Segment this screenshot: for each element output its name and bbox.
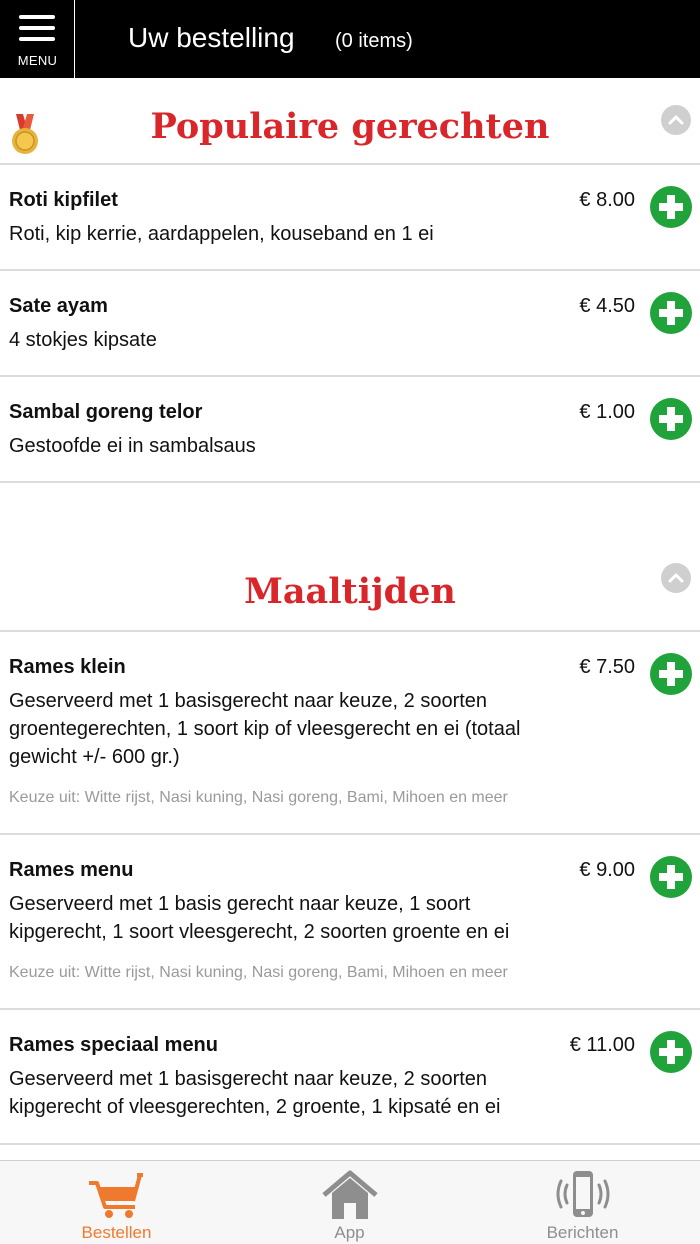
section-title: Maaltijden: [244, 571, 456, 612]
menu-item: Roti kipfilet Roti, kip kerrie, aardappe…: [0, 165, 700, 271]
item-description: Geserveerd met 1 basisgerecht naar keuze…: [9, 1068, 501, 1118]
menu-item: Rames klein Geserveerd met 1 basisgerech…: [0, 632, 700, 835]
add-icon[interactable]: [650, 1031, 692, 1073]
section-header-maaltijden[interactable]: Maaltijden: [0, 483, 700, 632]
chevron-up-icon[interactable]: [661, 105, 691, 135]
item-description: 4 stokjes kipsate: [9, 329, 157, 351]
item-price: € 1.00: [579, 401, 635, 423]
tab-label: Berichten: [546, 1223, 619, 1242]
item-price: € 11.00: [569, 1034, 635, 1056]
add-icon[interactable]: [650, 292, 692, 334]
item-name: Rames klein: [9, 656, 126, 678]
add-icon[interactable]: [650, 856, 692, 898]
add-icon[interactable]: [650, 186, 692, 228]
item-name: Sate ayam: [9, 295, 108, 317]
item-price: € 7.50: [579, 656, 635, 678]
item-description: Roti, kip kerrie, aardappelen, kouseband…: [9, 223, 434, 245]
item-name: Rames speciaal menu: [9, 1034, 218, 1056]
item-name: Roti kipfilet: [9, 189, 118, 211]
item-description: Geserveerd met 1 basisgerecht naar keuze…: [9, 690, 521, 768]
item-price: € 9.00: [579, 859, 635, 881]
item-description: Geserveerd met 1 basis gerecht naar keuz…: [9, 893, 510, 943]
item-description: Gestoofde ei in sambalsaus: [9, 435, 256, 457]
page-title: Uw bestelling: [128, 22, 295, 53]
top-bar: MENU Uw bestelling (0 items): [0, 0, 700, 78]
menu-label: MENU: [17, 53, 58, 68]
item-price: € 8.00: [579, 189, 635, 211]
menu-list[interactable]: Populaire gerechten Roti kipfilet Roti, …: [0, 78, 700, 1160]
item-name: Rames menu: [9, 859, 134, 881]
tab-app[interactable]: App: [233, 1161, 466, 1244]
item-note: Keuze uit: Witte rijst, Nasi kuning, Nas…: [9, 789, 508, 806]
item-note: Keuze uit: Witte rijst, Nasi kuning, Nas…: [9, 964, 508, 981]
section-title: Populaire gerechten: [150, 106, 550, 147]
bottom-tab-bar: Bestellen App Berichten: [0, 1160, 700, 1244]
home-icon: [321, 1170, 378, 1219]
tab-bestellen[interactable]: Bestellen: [0, 1161, 233, 1244]
tab-label: App: [334, 1223, 365, 1242]
menu-item: Rames menu Geserveerd met 1 basis gerech…: [0, 835, 700, 1010]
menu-item: Sate ayam 4 stokjes kipsate € 4.50: [0, 271, 700, 377]
cart-icon: [88, 1173, 143, 1218]
tab-berichten[interactable]: Berichten: [466, 1161, 699, 1244]
menu-item: Sambal goreng telor Gestoofde ei in samb…: [0, 377, 700, 483]
phone-vibrate-icon: [556, 1171, 609, 1217]
menu-item: Rames speciaal menu Geserveerd met 1 bas…: [0, 1010, 700, 1145]
menu-button[interactable]: MENU: [0, 0, 75, 78]
cart-item-count: (0 items): [335, 30, 413, 52]
add-icon[interactable]: [650, 398, 692, 440]
hamburger-icon: [19, 15, 55, 41]
item-name: Sambal goreng telor: [9, 401, 203, 423]
item-price: € 4.50: [579, 295, 635, 317]
tab-label: Bestellen: [81, 1223, 152, 1242]
add-icon[interactable]: [650, 653, 692, 695]
chevron-up-icon[interactable]: [661, 563, 691, 593]
section-header-populaire[interactable]: Populaire gerechten: [0, 78, 700, 165]
